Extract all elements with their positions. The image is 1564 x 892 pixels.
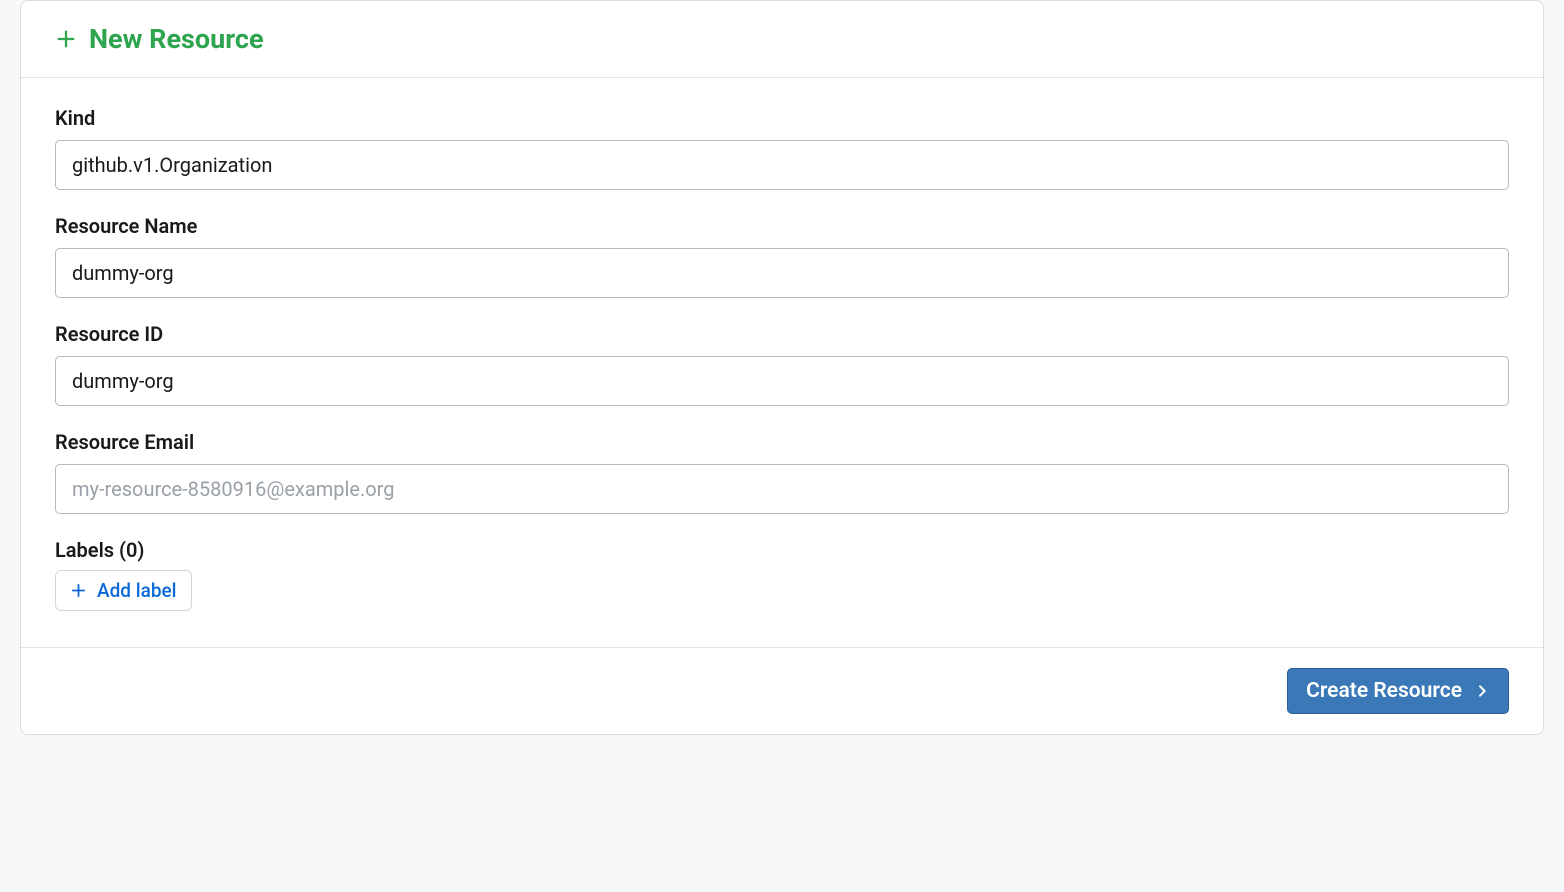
kind-label: Kind (55, 106, 1509, 130)
resource-email-group: Resource Email (55, 430, 1509, 514)
resource-name-input[interactable] (55, 248, 1509, 298)
resource-email-label: Resource Email (55, 430, 1509, 454)
resource-id-group: Resource ID (55, 322, 1509, 406)
panel-header: New Resource (21, 1, 1543, 78)
kind-group: Kind (55, 106, 1509, 190)
resource-email-input[interactable] (55, 464, 1509, 514)
create-button-text: Create Resource (1306, 679, 1462, 703)
kind-input[interactable] (55, 140, 1509, 190)
create-resource-button[interactable]: Create Resource (1287, 668, 1509, 714)
labels-group: Labels (0) Add label (55, 538, 1509, 611)
plus-icon (70, 582, 87, 599)
panel-footer: Create Resource (21, 647, 1543, 734)
add-label-text: Add label (97, 579, 177, 602)
resource-id-label: Resource ID (55, 322, 1509, 346)
resource-name-label: Resource Name (55, 214, 1509, 238)
panel-title: New Resource (89, 23, 264, 55)
add-label-button[interactable]: Add label (55, 570, 192, 611)
resource-id-input[interactable] (55, 356, 1509, 406)
new-resource-panel: New Resource Kind Resource Name Resource… (20, 0, 1544, 735)
plus-icon (55, 28, 77, 50)
panel-body: Kind Resource Name Resource ID Resource … (21, 78, 1543, 647)
labels-label: Labels (0) (55, 538, 1509, 562)
chevron-right-icon (1474, 683, 1490, 699)
resource-name-group: Resource Name (55, 214, 1509, 298)
